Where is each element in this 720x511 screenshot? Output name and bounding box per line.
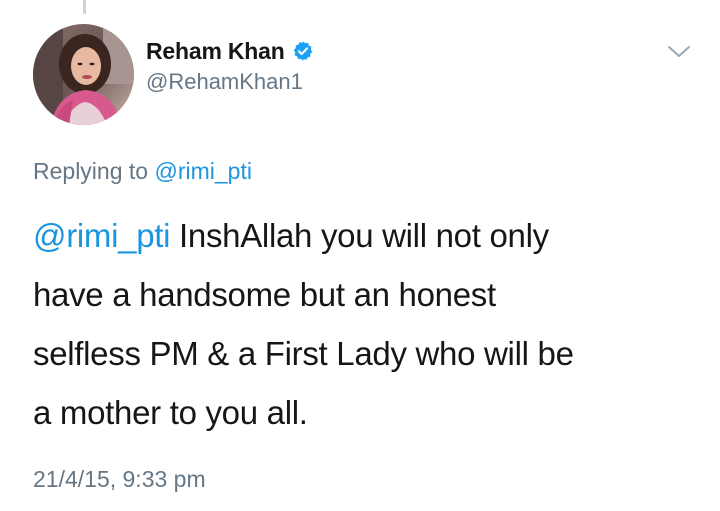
reply-context: Replying to @rimi_pti bbox=[33, 158, 252, 185]
tweet-text-line: have a handsome but an honest bbox=[33, 276, 496, 313]
chevron-down-icon[interactable] bbox=[666, 44, 692, 60]
tweet-mention-link[interactable]: @rimi_pti bbox=[33, 217, 170, 254]
thread-connector-line bbox=[83, 0, 86, 14]
verified-badge-icon bbox=[292, 40, 314, 62]
display-name[interactable]: Reham Khan bbox=[146, 38, 285, 65]
author-block: Reham Khan @RehamKhan1 bbox=[146, 36, 314, 95]
tweet-text-line: a mother to you all. bbox=[33, 394, 308, 431]
reply-mention-link[interactable]: @rimi_pti bbox=[154, 158, 251, 184]
avatar[interactable] bbox=[33, 24, 134, 125]
tweet-text-line: @rimi_pti InshAllah you will not only bbox=[33, 206, 693, 265]
tweet-text: @rimi_pti InshAllah you will not only ha… bbox=[33, 206, 693, 442]
user-handle[interactable]: @RehamKhan1 bbox=[146, 69, 314, 95]
tweet-text-line: selfless PM & a First Lady who will be bbox=[33, 335, 574, 372]
tweet-card: Reham Khan @RehamKhan1 Replying to @rimi… bbox=[0, 0, 720, 511]
name-row: Reham Khan bbox=[146, 36, 314, 66]
tweet-text-segment: InshAllah you will not only bbox=[170, 217, 549, 254]
profile-photo bbox=[33, 24, 134, 125]
tweet-timestamp[interactable]: 21/4/15, 9:33 pm bbox=[33, 466, 206, 493]
reply-context-label: Replying to bbox=[33, 158, 149, 184]
